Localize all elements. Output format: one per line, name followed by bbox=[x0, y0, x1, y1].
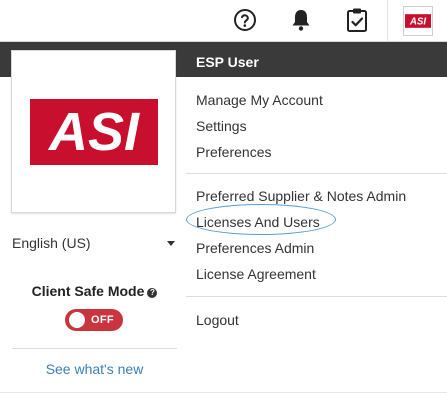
menu-item-preferred-supplier-notes-admin[interactable]: Preferred Supplier & Notes Admin bbox=[196, 188, 406, 204]
language-value: English (US) bbox=[12, 235, 91, 251]
bell-icon[interactable] bbox=[288, 6, 314, 34]
account-avatar-button[interactable]: ASI bbox=[387, 0, 447, 41]
toggle-state-text: OFF bbox=[91, 314, 114, 326]
svg-text:ASI: ASI bbox=[46, 102, 139, 162]
menu-item-settings[interactable]: Settings bbox=[196, 118, 247, 134]
menu-item-preferences[interactable]: Preferences bbox=[196, 144, 271, 160]
language-select[interactable]: English (US) bbox=[12, 235, 177, 251]
see-whats-new-link[interactable]: See what's new bbox=[12, 361, 177, 377]
company-logo-card: ASI bbox=[11, 50, 176, 213]
asi-logo-small-icon: ASI bbox=[402, 5, 433, 36]
client-safe-mode-label: Client Safe Mode? bbox=[12, 283, 177, 299]
menu-item-licenses-and-users[interactable]: Licenses And Users bbox=[196, 214, 320, 230]
divider bbox=[0, 392, 447, 393]
divider bbox=[186, 296, 447, 297]
user-name: ESP User bbox=[196, 54, 259, 70]
client-safe-mode-toggle[interactable]: OFF bbox=[65, 309, 123, 331]
clipboard-check-icon[interactable] bbox=[344, 6, 370, 34]
client-safe-mode-text: Client Safe Mode bbox=[31, 283, 145, 299]
menu-item-logout[interactable]: Logout bbox=[196, 312, 239, 328]
chevron-down-icon bbox=[167, 240, 175, 246]
divider bbox=[12, 348, 177, 349]
help-circle-icon[interactable] bbox=[232, 6, 258, 34]
divider bbox=[186, 173, 447, 174]
account-dropdown: ASI English (US) Client Safe Mode? OFF S… bbox=[0, 41, 447, 394]
svg-text:ASI: ASI bbox=[408, 16, 426, 27]
toggle-knob bbox=[69, 312, 85, 328]
menu-item-preferences-admin[interactable]: Preferences Admin bbox=[196, 240, 314, 256]
menu-item-manage-my-account[interactable]: Manage My Account bbox=[196, 92, 323, 108]
top-bar: ASI bbox=[0, 0, 447, 41]
question-icon[interactable]: ? bbox=[147, 288, 158, 298]
menu-item-license-agreement[interactable]: License Agreement bbox=[196, 266, 316, 282]
asi-logo: ASI bbox=[29, 98, 158, 165]
